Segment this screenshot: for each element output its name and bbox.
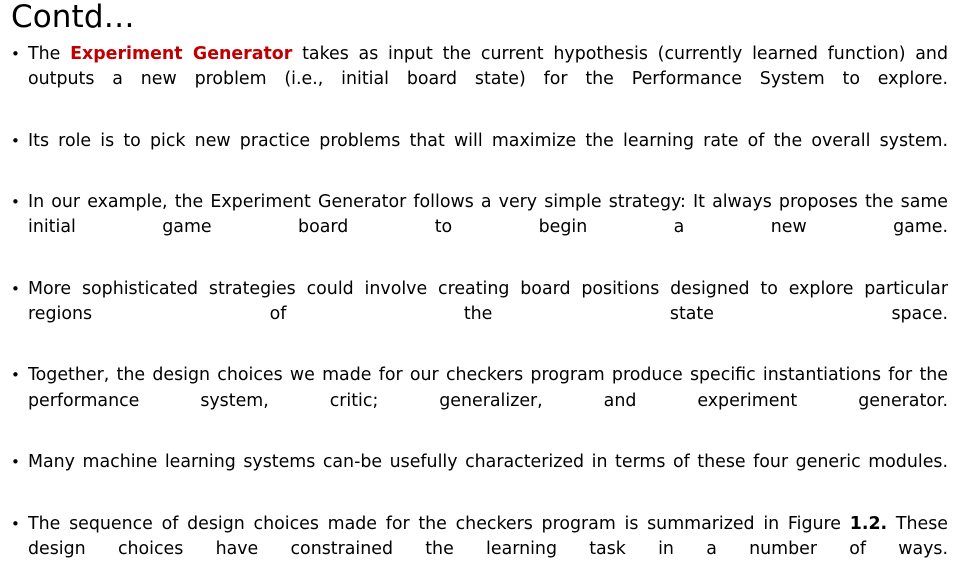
list-item: • More sophisticated strategies could in… xyxy=(8,277,948,353)
bullet-text-3: In our example, the Experiment Generator… xyxy=(28,192,948,238)
bullet-point-icon: • xyxy=(11,279,20,298)
bullet-point-icon: • xyxy=(11,514,20,533)
bullet-text-2: Its role is to pick new practice problem… xyxy=(28,130,948,151)
bullet-text-1: The Experiment Generator takes as input … xyxy=(28,42,948,118)
list-item: • Its role is to pick new practice probl… xyxy=(8,129,948,180)
list-item: • The sequence of design choices made fo… xyxy=(8,512,948,588)
bullet-text-7: The sequence of design choices made for … xyxy=(28,512,948,588)
bullet-point-icon: • xyxy=(11,453,20,472)
experiment-generator-highlight: Experiment Generator xyxy=(70,44,293,64)
bullet-point-icon: • xyxy=(11,131,20,150)
list-item: • The Experiment Generator takes as inpu… xyxy=(8,42,948,118)
bullet-point-icon: • xyxy=(11,366,20,385)
bullet-7-lead: The sequence of design choices made for … xyxy=(28,513,850,534)
bullet-1-lead: The xyxy=(28,44,71,64)
figure-number-highlight: 1.2. xyxy=(849,513,888,534)
presentation-slide: Contd… • The Experiment Generator takes … xyxy=(0,0,960,559)
bullet-list: • The Experiment Generator takes as inpu… xyxy=(8,42,948,588)
bullet-text-5: Together, the design choices we made for… xyxy=(28,365,948,411)
list-item: • In our example, the Experiment Generat… xyxy=(8,190,948,266)
bullet-text-6: Many machine learning systems can-be use… xyxy=(28,452,948,473)
bullet-point-icon: • xyxy=(11,193,20,212)
bullet-text-4: More sophisticated strategies could invo… xyxy=(28,278,948,325)
page-title: Contd… xyxy=(11,0,135,35)
bullet-point-icon: • xyxy=(11,45,20,63)
list-item: • Together, the design choices we made f… xyxy=(8,363,948,439)
list-item: • Many machine learning systems can-be u… xyxy=(8,450,948,501)
